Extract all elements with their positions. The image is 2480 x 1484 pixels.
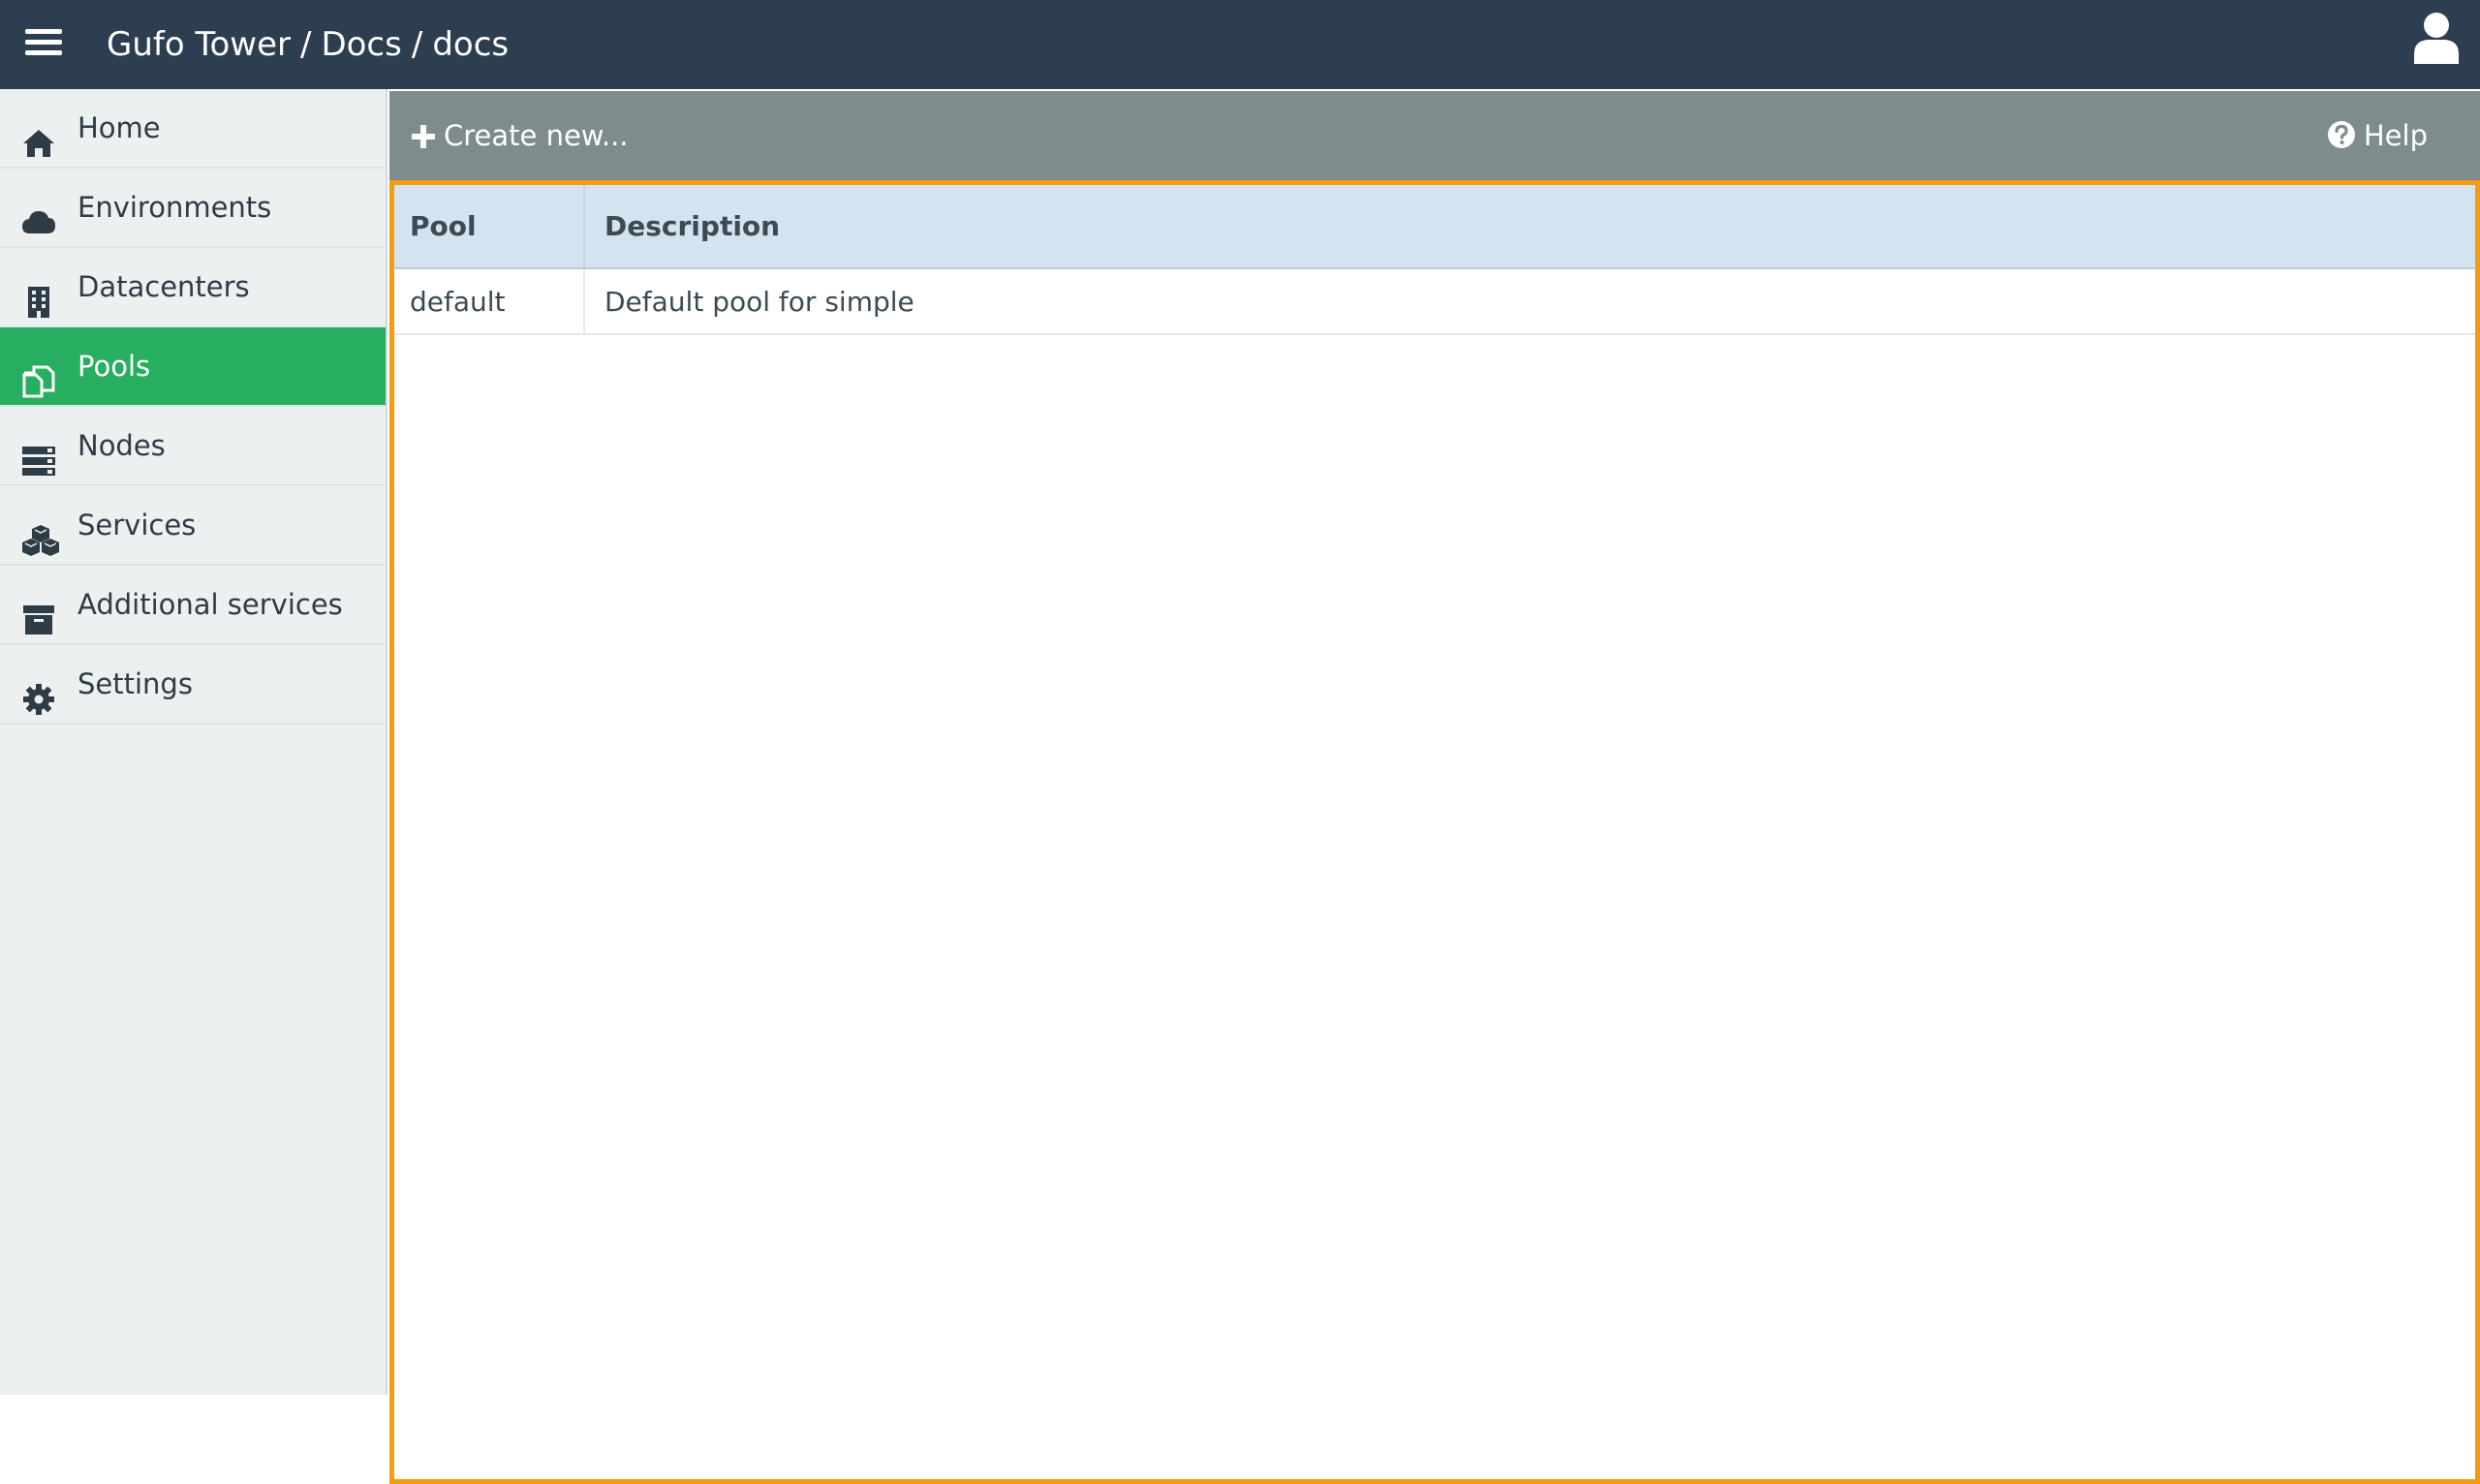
sidebar-item-settings[interactable]: Settings	[0, 645, 386, 725]
table-header-row: Pool Description	[394, 185, 2475, 269]
sidebar-item-label: Home	[78, 111, 161, 144]
sidebar-item-additional-services[interactable]: Additional services	[0, 566, 386, 645]
menu-toggle-icon[interactable]	[25, 29, 62, 58]
column-header-description[interactable]: Description	[583, 185, 2475, 269]
breadcrumb-separator: /	[411, 25, 423, 64]
breadcrumb-separator: /	[299, 25, 312, 64]
sidebar-item-home[interactable]: Home	[0, 89, 386, 169]
home-icon	[21, 111, 56, 157]
column-header-pool[interactable]: Pool	[394, 185, 584, 269]
gear-icon	[21, 667, 56, 715]
user-icon[interactable]	[2412, 10, 2461, 64]
sidebar-item-label: Settings	[78, 667, 193, 700]
sidebar-item-label: Pools	[78, 350, 151, 383]
help-label: Help	[2363, 119, 2428, 152]
create-new-button[interactable]: Create new...	[411, 91, 629, 180]
server-icon	[21, 429, 56, 476]
cloud-icon	[21, 191, 56, 233]
pools-grid-panel: Pool Description default Default pool fo…	[389, 180, 2480, 1484]
help-button[interactable]: Help	[2327, 91, 2428, 180]
toolbar: Create new... Help	[389, 91, 2480, 180]
question-circle-icon	[2327, 121, 2355, 148]
sidebar-item-nodes[interactable]: Nodes	[0, 407, 386, 486]
sidebar-item-label: Services	[78, 509, 197, 541]
sidebar-item-label: Environments	[78, 191, 272, 224]
archive-icon	[21, 588, 56, 634]
sidebar-item-label: Datacenters	[78, 270, 250, 303]
pools-table: Pool Description default Default pool fo…	[394, 185, 2475, 335]
table-row[interactable]: default Default pool for simple	[394, 268, 2475, 335]
pools-icon	[21, 350, 56, 398]
plus-icon	[412, 125, 435, 148]
cubes-icon	[21, 509, 59, 556]
create-new-label: Create new...	[444, 119, 629, 152]
sidebar-item-label: Nodes	[78, 429, 166, 462]
breadcrumb-item-app[interactable]: Gufo Tower	[107, 25, 291, 64]
sidebar-item-pools[interactable]: Pools	[0, 327, 386, 407]
cell-pool: default	[394, 268, 584, 335]
sidebar-item-datacenters[interactable]: Datacenters	[0, 248, 386, 327]
sidebar-item-label: Additional services	[78, 588, 343, 621]
breadcrumb-item-project[interactable]: Docs	[321, 25, 401, 64]
breadcrumb: Gufo Tower / Docs / docs	[107, 0, 509, 89]
sidebar: Home Environments Datacenters Pools Node…	[0, 89, 388, 1395]
sidebar-item-environments[interactable]: Environments	[0, 169, 386, 248]
cell-description: Default pool for simple	[583, 268, 2475, 335]
sidebar-item-services[interactable]: Services	[0, 486, 386, 566]
building-icon	[21, 270, 56, 318]
breadcrumb-item-environment[interactable]: docs	[432, 25, 509, 64]
main-content: Create new... Help Pool Description defa…	[389, 89, 2480, 1484]
top-bar: Gufo Tower / Docs / docs	[0, 0, 2480, 89]
